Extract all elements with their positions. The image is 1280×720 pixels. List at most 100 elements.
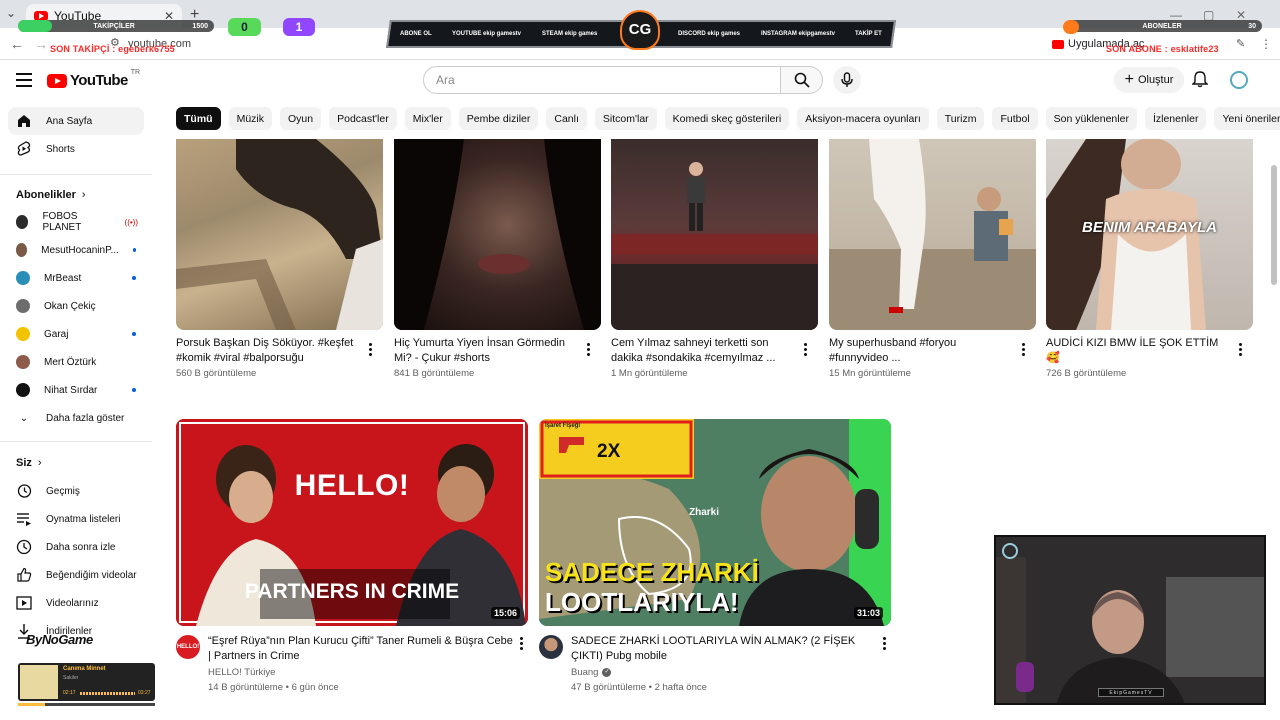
chip[interactable]: Podcast'ler [329, 107, 397, 130]
video-thumbnail[interactable] [611, 139, 818, 330]
sidebar-channel[interactable]: Garaj [8, 320, 144, 348]
thumbnail-caption: İşaret Fişeği [545, 423, 581, 429]
sidebar-item-shorts[interactable]: Shorts [8, 135, 144, 163]
song-artist: Sakiler [63, 675, 79, 681]
chip[interactable]: Sitcom'lar [594, 107, 657, 130]
video-thumbnail[interactable]: BENIM ARABAYLA [1046, 139, 1253, 330]
video-title[interactable]: Hiç Yumurta Yiyen İnsan Görmedin Mi? - Ç… [394, 336, 579, 366]
album-art [20, 665, 58, 699]
sidebar-item-history[interactable]: Geçmiş [8, 477, 144, 505]
chip[interactable]: Mix'ler [404, 107, 451, 130]
chip[interactable]: Komedi skeç gösterileri [664, 107, 790, 130]
video-title[interactable]: My superhusband #foryou #funnyvideo ... [829, 336, 1014, 366]
chip[interactable]: Turizm [936, 107, 985, 130]
sidebar-item-playlists[interactable]: Oynatma listeleri [8, 505, 144, 533]
new-content-dot [132, 276, 136, 280]
chip[interactable]: İzlenenler [1144, 107, 1207, 130]
sidebar-channel[interactable]: Okan Çekiç [8, 292, 144, 320]
more-options-icon[interactable] [520, 637, 524, 652]
sponsor-logo: ByNoGame [26, 632, 93, 647]
video-card[interactable]: Hiç Yumurta Yiyen İnsan Görmedin Mi? - Ç… [394, 139, 601, 379]
thumbs-up-icon [16, 567, 32, 583]
video-thumbnail[interactable]: HELLO! PARTNERS IN CRIME 15:06 [176, 419, 528, 626]
your-videos-icon [16, 595, 32, 611]
more-options-icon[interactable] [804, 343, 808, 358]
chip[interactable]: Tümü [176, 107, 221, 130]
account-avatar[interactable] [1230, 71, 1248, 89]
channel-avatar[interactable] [539, 635, 563, 659]
video-card[interactable]: İşaret Fişeği 2X Zharki SADECE ZHARKİ LO… [539, 419, 891, 693]
notifications-button[interactable] [1191, 70, 1209, 93]
video-card[interactable]: HELLO! PARTNERS IN CRIME 15:06 HELLO! “E… [176, 419, 528, 693]
youtube-logo[interactable]: YouTube TR [47, 69, 140, 89]
channel-avatar[interactable]: HELLO! [176, 635, 200, 659]
video-card[interactable]: Cem Yılmaz sahneyi terketti son dakika #… [611, 139, 818, 379]
sidebar-channel[interactable]: FOBOS PLANET ((•)) [8, 208, 144, 236]
channel-name[interactable]: Buang ✓ [571, 667, 612, 678]
channel-name[interactable]: HELLO! Türkiye [208, 667, 275, 678]
subscribers-goal-bar: 0 ABONELER 30 [1066, 20, 1262, 32]
video-card[interactable]: My superhusband #foryou #funnyvideo ... … [829, 139, 1036, 379]
subscriptions-heading[interactable]: Abonelikler › [16, 189, 86, 201]
banner-item: INSTAGRAM ekipgamestv [760, 31, 835, 37]
video-card[interactable]: Porsuk Başkan Diş Söküyor. #keşfet #komi… [176, 139, 383, 379]
sidebar-channel[interactable]: MesutHocaninP... [8, 236, 144, 264]
subscribers-label: ABONELER [1142, 22, 1182, 30]
forward-icon[interactable]: → [34, 36, 48, 52]
chip[interactable]: Futbol [992, 107, 1038, 130]
page-scrollbar-thumb[interactable] [1271, 165, 1277, 285]
video-thumbnail[interactable] [829, 139, 1036, 330]
youtube-play-icon [47, 73, 67, 88]
chip[interactable]: Canlı [546, 107, 587, 130]
last-follower-text: SON TAKİPÇİ : egeberk6755 [50, 44, 175, 54]
video-thumbnail[interactable]: İşaret Fişeği 2X Zharki SADECE ZHARKİ LO… [539, 419, 891, 626]
create-button[interactable]: + Oluştur [1114, 67, 1184, 93]
chip[interactable]: Son yüklenenler [1045, 107, 1137, 130]
more-options-icon[interactable] [369, 343, 373, 358]
search-button[interactable] [781, 66, 823, 94]
kick-count: 0 [241, 20, 248, 34]
sidebar-item-home[interactable]: Ana Sayfa [8, 107, 144, 135]
extension-icon[interactable]: ✎ [1236, 37, 1245, 50]
chip[interactable]: Oyun [280, 107, 322, 130]
show-more-button[interactable]: ⌄ Daha fazla göster [8, 404, 144, 432]
video-thumbnail[interactable] [176, 139, 383, 330]
chip[interactable]: Yeni öneriler [1214, 107, 1280, 130]
chip[interactable]: Pembe diziler [458, 107, 539, 130]
search-input[interactable]: Ara [423, 66, 781, 94]
video-title[interactable]: “Eşref Rüya”nın Plan Kurucu Çifti” Taner… [208, 634, 513, 664]
video-views: 1 Mn görüntüleme [611, 368, 688, 379]
video-title[interactable]: Porsuk Başkan Diş Söküyor. #keşfet #komi… [176, 336, 361, 366]
more-options-icon[interactable] [883, 637, 887, 652]
channel-avatar [16, 243, 28, 257]
more-options-icon[interactable] [1239, 343, 1243, 358]
video-card[interactable]: BENIM ARABAYLA AUDİCİ KIZI BMW İLE ŞOK E… [1046, 139, 1253, 379]
banner-item: DISCORD ekip games [678, 31, 741, 37]
more-options-icon[interactable] [587, 343, 591, 358]
more-options-icon[interactable] [1022, 343, 1026, 358]
sidebar-channel[interactable]: MrBeast [8, 264, 144, 292]
channel-avatar [16, 327, 30, 341]
chip[interactable]: Müzik [228, 107, 272, 130]
sidebar-item-watch-later[interactable]: Daha sonra izle [8, 533, 144, 561]
channel-avatar [16, 299, 30, 313]
video-thumbnail[interactable] [394, 139, 601, 330]
voice-search-button[interactable] [833, 66, 861, 94]
video-title[interactable]: SADECE ZHARKİ LOOTLARIYLA WİN ALMAK? (2 … [571, 634, 876, 664]
sidebar-channel[interactable]: Mert Öztürk [8, 348, 144, 376]
chip[interactable]: Aksiyon-macera oyunları [797, 107, 929, 130]
sidebar-channel[interactable]: Nihat Sırdar [8, 376, 144, 404]
video-title[interactable]: Cem Yılmaz sahneyi terketti son dakika #… [611, 336, 796, 366]
sidebar-item-label: Beğendiğim videolar [46, 569, 137, 581]
menu-icon[interactable] [16, 73, 32, 91]
sidebar-item-label: Daha sonra izle [46, 541, 116, 553]
sidebar-item-liked-videos[interactable]: Beğendiğim videolar [8, 561, 144, 589]
video-title[interactable]: AUDİCİ KIZI BMW İLE ŞOK ETTİM 🥰 [1046, 336, 1231, 366]
browser-menu-icon[interactable]: ⋮ [1260, 37, 1272, 51]
you-heading[interactable]: Siz › [16, 457, 42, 469]
sidebar-item-your-videos[interactable]: Videolarınız [8, 589, 144, 617]
kick-counter: 0 [228, 18, 261, 36]
back-icon[interactable]: ← [10, 36, 24, 52]
tab-list-icon[interactable]: ⌄ [6, 6, 16, 20]
filter-chips: Tümü Müzik Oyun Podcast'ler Mix'ler Pemb… [176, 107, 1280, 131]
